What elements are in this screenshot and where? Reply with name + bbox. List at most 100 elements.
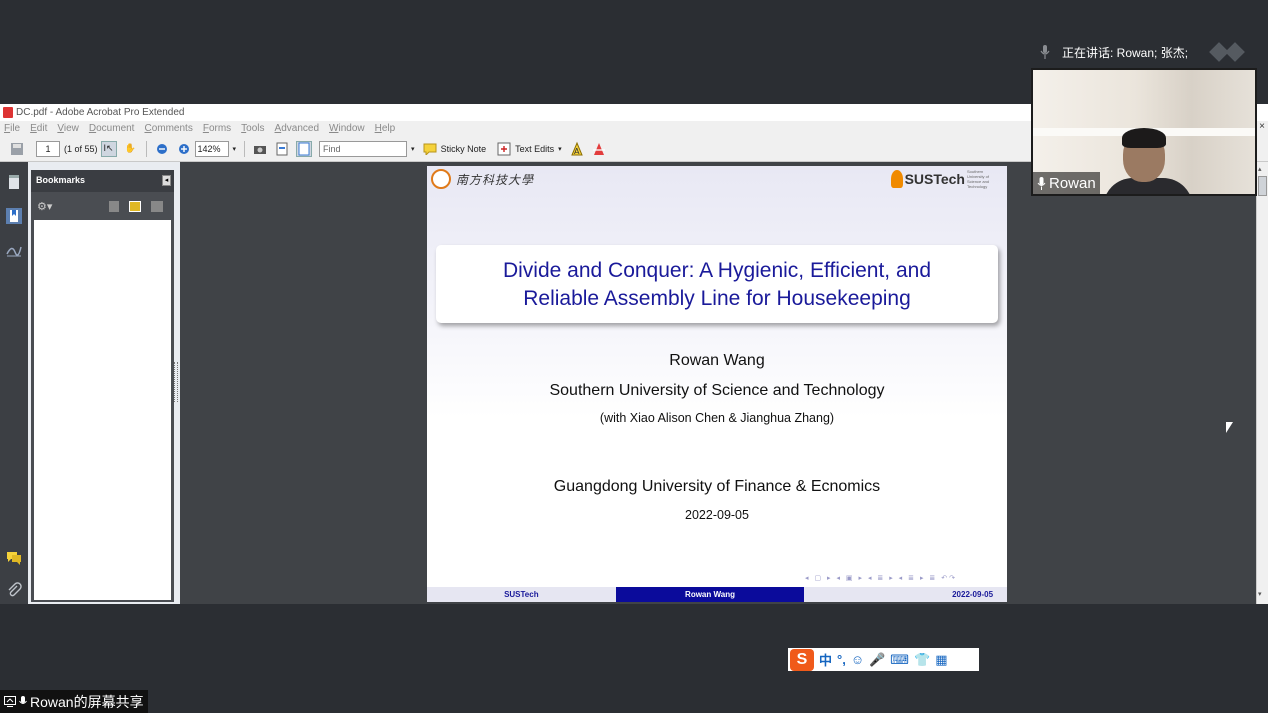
vertical-scrollbar[interactable]: ▴ ▾ [1256,162,1268,604]
university-logo-en: SUSTech Southern University of Science a… [890,169,1001,189]
logo-en-subtext: Southern University of Science and Techn… [967,169,990,189]
ime-voice-icon[interactable]: 🎤 [869,652,885,668]
hand-tool-icon[interactable]: ✋ [123,141,139,157]
slide-title-line1: Divide and Conquer: A Hygienic, Efficien… [502,259,932,282]
signatures-panel-icon[interactable] [6,242,22,258]
screen-share-label: Rowan的屏幕共享 [0,690,148,713]
highlight-text-icon[interactable]: A [569,141,585,157]
slide-footer: SUSTech Rowan Wang 2022-09-05 [427,587,1007,602]
strikethrough-text-icon[interactable] [591,141,607,157]
slide-affiliation: Southern University of Science and Techn… [549,382,885,399]
save-icon[interactable] [9,141,25,157]
page-number-input[interactable]: 1 [36,140,60,157]
fit-page-icon[interactable] [296,140,313,157]
page-count: (1 of 55) [64,143,98,154]
menu-window[interactable]: Window [329,123,365,134]
text-edits-button[interactable]: Text Edits [515,144,554,154]
scroll-thumb[interactable] [1258,176,1267,196]
bookmarks-title: Bookmarks [31,170,174,192]
menu-file[interactable]: File [4,123,20,134]
find-dropdown-icon[interactable]: ▾ [411,145,415,153]
sticky-note-icon[interactable] [422,141,438,157]
slide-coauthors: (with Xiao Alison Chen & Jianghua Zhang) [599,411,835,425]
collapse-panel-icon[interactable]: ◂ [162,175,171,186]
menu-view[interactable]: View [57,123,79,134]
participant-hair [1122,128,1166,148]
menu-comments[interactable]: Comments [144,123,192,134]
slide-background [427,166,1007,586]
video-name-tag: Rowan [1033,172,1100,194]
pdf-slide-page: 南方科技大學 SUSTech Southern University of Sc… [427,166,1007,602]
slide-author: Rowan Wang [669,352,765,369]
attachments-panel-icon[interactable] [6,582,22,598]
mic-icon [1040,45,1050,59]
sogou-logo-icon[interactable]: S [790,648,814,671]
speaking-indicator: 正在讲话: Rowan; 张杰; [1040,42,1245,62]
pdf-file-icon [3,107,13,118]
more-icon[interactable] [1209,42,1245,62]
bookmarks-toolbar: ⚙▾ [31,198,174,218]
slide-title-line2: Reliable Assembly Line for Housekeeping [523,287,911,310]
snapshot-icon[interactable] [252,141,268,157]
zoom-in-icon[interactable] [176,141,192,157]
menu-tools[interactable]: Tools [241,123,264,134]
speaking-text: 正在讲话: Rowan; 张杰; [1062,45,1189,60]
share-label-text: Rowan的屏幕共享 [30,693,144,710]
footer-left: SUSTech [427,587,616,602]
fit-width-icon[interactable] [274,141,290,157]
bookmark-properties-icon[interactable] [151,201,163,212]
logo-en-text: SUSTech [904,171,965,187]
svg-text:A: A [574,147,580,156]
video-name: Rowan [1049,174,1096,192]
options-gear-icon[interactable]: ⚙▾ [37,200,52,213]
logo-cn-text: 南方科技大學 [456,172,535,187]
toolbar-separator [145,140,147,157]
ime-skin-icon[interactable]: 👕 [914,652,930,668]
bookmarks-panel-icon[interactable] [6,208,22,224]
navigation-pane-strip [0,162,28,604]
menu-edit[interactable]: Edit [30,123,47,134]
menu-document[interactable]: Document [89,123,135,134]
text-edits-dropdown-icon[interactable]: ▾ [558,145,562,153]
panel-resize-handle[interactable] [174,362,178,402]
zoom-dropdown-icon[interactable]: ▾ [233,145,237,153]
sticky-note-button[interactable]: Sticky Note [441,144,487,154]
text-edits-icon[interactable] [496,141,512,157]
ime-punctuation-icon[interactable]: °, [837,652,846,667]
footer-center: Rowan Wang [615,587,805,602]
comments-panel-icon[interactable] [6,550,22,566]
bookmarks-panel: Bookmarks ◂ ⚙▾ [31,170,174,602]
pages-panel-icon[interactable] [6,174,22,190]
beamer-navigation-symbols[interactable]: ◂ ▢ ▸ ◂ ▣ ▸ ◂ ≣ ▸ ◂ ≣ ▸ ≣ ↶↷ [805,574,957,582]
delete-bookmark-icon[interactable] [109,201,119,212]
window-title: DC.pdf - Adobe Acrobat Pro Extended [16,107,185,118]
participant-video-tile[interactable]: Rowan [1031,68,1257,196]
zoom-out-icon[interactable] [154,141,170,157]
slide-venue: Guangdong University of Finance & Ecnomi… [553,478,881,495]
slide-date: 2022-09-05 [685,508,749,522]
mouse-cursor-icon [1226,422,1233,433]
footer-right: 2022-09-05 [804,587,1007,602]
scroll-up-icon[interactable]: ▴ [1258,165,1262,173]
slide-title-box: Divide and Conquer: A Hygienic, Efficien… [436,245,998,323]
select-text-icon[interactable]: I↖ [100,140,117,157]
ime-chinese-mode[interactable]: 中 [819,650,832,669]
close-document-icon[interactable]: × [1256,121,1268,136]
screen-share-icon [4,696,16,707]
menu-advanced[interactable]: Advanced [275,123,319,134]
university-logo-cn: 南方科技大學 [431,169,534,189]
find-input[interactable]: Find [319,140,408,157]
scroll-down-icon[interactable]: ▾ [1258,590,1262,598]
toolbar-separator [244,140,246,157]
ime-emoji-icon[interactable]: ☺ [851,652,864,667]
ime-toolbox-icon[interactable]: ▦ [935,652,947,668]
zoom-input[interactable]: 142% [194,140,229,157]
menu-forms[interactable]: Forms [203,123,231,134]
university-seal-icon [431,169,451,189]
ime-toolbar: S 中 °, ☺ 🎤 ⌨ 👕 ▦ [788,648,979,671]
ime-keyboard-icon[interactable]: ⌨ [890,652,909,668]
mic-icon [1037,176,1046,190]
bookmarks-list[interactable] [34,220,171,600]
new-bookmark-icon[interactable] [129,201,141,212]
menu-help[interactable]: Help [375,123,396,134]
